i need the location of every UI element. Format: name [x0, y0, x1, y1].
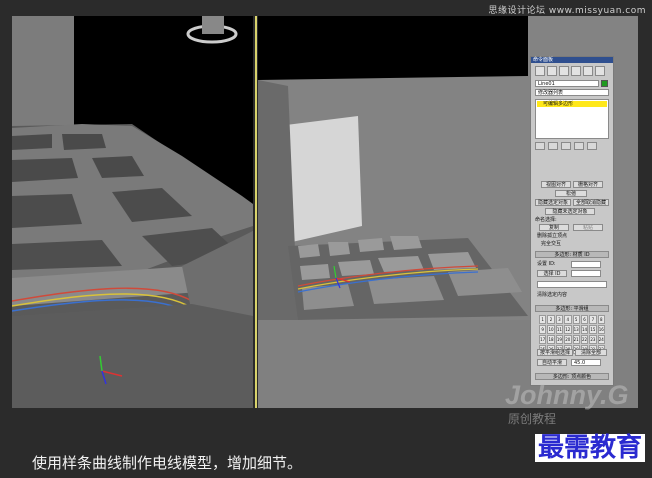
tutorial-caption: 使用样条曲线制作电线模型，增加细节。: [32, 454, 303, 472]
smoothing-group-button[interactable]: 24: [597, 335, 605, 344]
hide-unselected-button[interactable]: 隐藏未选定对象: [545, 208, 595, 215]
smoothing-group-button[interactable]: 8: [597, 315, 605, 324]
smoothing-group-button[interactable]: 12: [564, 325, 572, 334]
modify-tab-icon[interactable]: [547, 66, 557, 76]
remove-modifier-icon[interactable]: [574, 142, 584, 150]
full-interactivity-checkbox[interactable]: 完全交互: [541, 241, 601, 247]
smoothing-group-button[interactable]: 2: [547, 315, 555, 324]
command-panel[interactable]: 命令面板 Line01 修改器列表 可编辑多边形 视图对齐 栅格对齐 松弛 隐藏…: [530, 56, 614, 386]
display-tab-icon[interactable]: [583, 66, 593, 76]
set-id-spinner[interactable]: [571, 261, 601, 268]
delete-isolated-checkbox[interactable]: 删除孤立顶点: [537, 233, 607, 239]
smoothing-group-button[interactable]: 6: [580, 315, 589, 324]
vertex-color-rollout[interactable]: 多边形: 顶点颜色: [535, 373, 609, 380]
hide-selected-button[interactable]: 隐藏选定对象: [535, 199, 571, 206]
unhide-all-button[interactable]: 全部取消隐藏: [573, 199, 609, 206]
modifier-list-dropdown[interactable]: 修改器列表: [535, 89, 609, 96]
smoothing-group-button[interactable]: 1: [539, 315, 547, 324]
smoothing-group-button[interactable]: 22: [580, 335, 589, 344]
smoothing-group-button[interactable]: 9: [539, 325, 547, 334]
material-id-rollout[interactable]: 多边形: 材质 ID: [535, 251, 609, 258]
smoothing-group-button[interactable]: 10: [547, 325, 555, 334]
grid-align-button[interactable]: 栅格对齐: [573, 181, 603, 188]
smoothing-group-button[interactable]: 5: [572, 315, 580, 324]
pin-stack-icon[interactable]: [535, 142, 545, 150]
make-unique-icon[interactable]: [561, 142, 571, 150]
create-tab-icon[interactable]: [535, 66, 545, 76]
smoothing-group-button[interactable]: 14: [580, 325, 589, 334]
select-id-button[interactable]: 选择 ID: [537, 270, 567, 277]
smoothing-group-button[interactable]: 16: [597, 325, 605, 334]
perspective-viewport-left[interactable]: [12, 16, 253, 408]
smoothing-group-button[interactable]: 21: [572, 335, 580, 344]
auto-smooth-threshold-field[interactable]: 45.0: [571, 359, 601, 366]
smoothing-group-button[interactable]: 23: [589, 335, 597, 344]
smoothing-group-button[interactable]: 4: [564, 315, 572, 324]
copy-button[interactable]: 复制: [539, 224, 569, 231]
smoothing-group-button[interactable]: 11: [555, 325, 564, 334]
smoothing-group-button[interactable]: 18: [547, 335, 555, 344]
object-name-field[interactable]: Line01: [535, 80, 599, 87]
brand-logo: 最需教育: [535, 434, 646, 462]
modifier-stack-item[interactable]: 可编辑多边形: [537, 101, 607, 107]
smoothing-group-button[interactable]: 7: [589, 315, 597, 324]
relax-button[interactable]: 松弛: [555, 190, 587, 197]
hierarchy-tab-icon[interactable]: [559, 66, 569, 76]
utilities-tab-icon[interactable]: [595, 66, 605, 76]
smoothing-group-button[interactable]: 13: [572, 325, 580, 334]
paste-button[interactable]: 粘贴: [573, 224, 603, 231]
tutorial-frame: 思缘设计论坛 www.missyuan.com 命令面板 Line01 修改器列…: [0, 0, 652, 478]
author-watermark-sub: 原创教程: [508, 412, 557, 426]
smoothing-groups-rollout[interactable]: 多边形: 平滑组: [535, 305, 609, 312]
modifier-stack: 可编辑多边形: [535, 99, 609, 139]
scene-render-left: [12, 16, 253, 408]
stack-tools: [535, 142, 609, 151]
configure-sets-icon[interactable]: [587, 142, 597, 150]
named-selection-label: 命名选择:: [535, 217, 557, 223]
material-name-dropdown[interactable]: [537, 281, 607, 288]
set-id-label: 设置 ID:: [537, 261, 556, 267]
object-color-swatch[interactable]: [601, 80, 608, 87]
show-end-result-icon[interactable]: [548, 142, 558, 150]
command-panel-title: 命令面板: [531, 57, 613, 63]
select-by-smooth-button[interactable]: 按平滑组选择: [537, 349, 573, 356]
smoothing-group-grid: 1 2 3 4 5 6 7 8 9 10 11 12 13 14 15 16 1…: [539, 315, 605, 354]
smoothing-group-button[interactable]: 19: [555, 335, 564, 344]
clear-selection-checkbox[interactable]: 清除选定内容: [537, 292, 607, 298]
active-viewport-border: [255, 16, 257, 408]
smoothing-group-button[interactable]: 17: [539, 335, 547, 344]
site-watermark: 思缘设计论坛 www.missyuan.com: [488, 6, 646, 16]
clear-all-button[interactable]: 清除全部: [575, 349, 607, 356]
select-id-spinner[interactable]: [571, 270, 601, 277]
panel-tab-icons: [535, 66, 609, 76]
smoothing-group-button[interactable]: 20: [564, 335, 572, 344]
auto-smooth-button[interactable]: 自动平滑: [537, 359, 567, 366]
motion-tab-icon[interactable]: [571, 66, 581, 76]
view-align-button[interactable]: 视图对齐: [541, 181, 571, 188]
smoothing-group-button[interactable]: 3: [555, 315, 564, 324]
author-watermark: Johnny.G: [505, 380, 629, 410]
smoothing-group-button[interactable]: 15: [589, 325, 597, 334]
